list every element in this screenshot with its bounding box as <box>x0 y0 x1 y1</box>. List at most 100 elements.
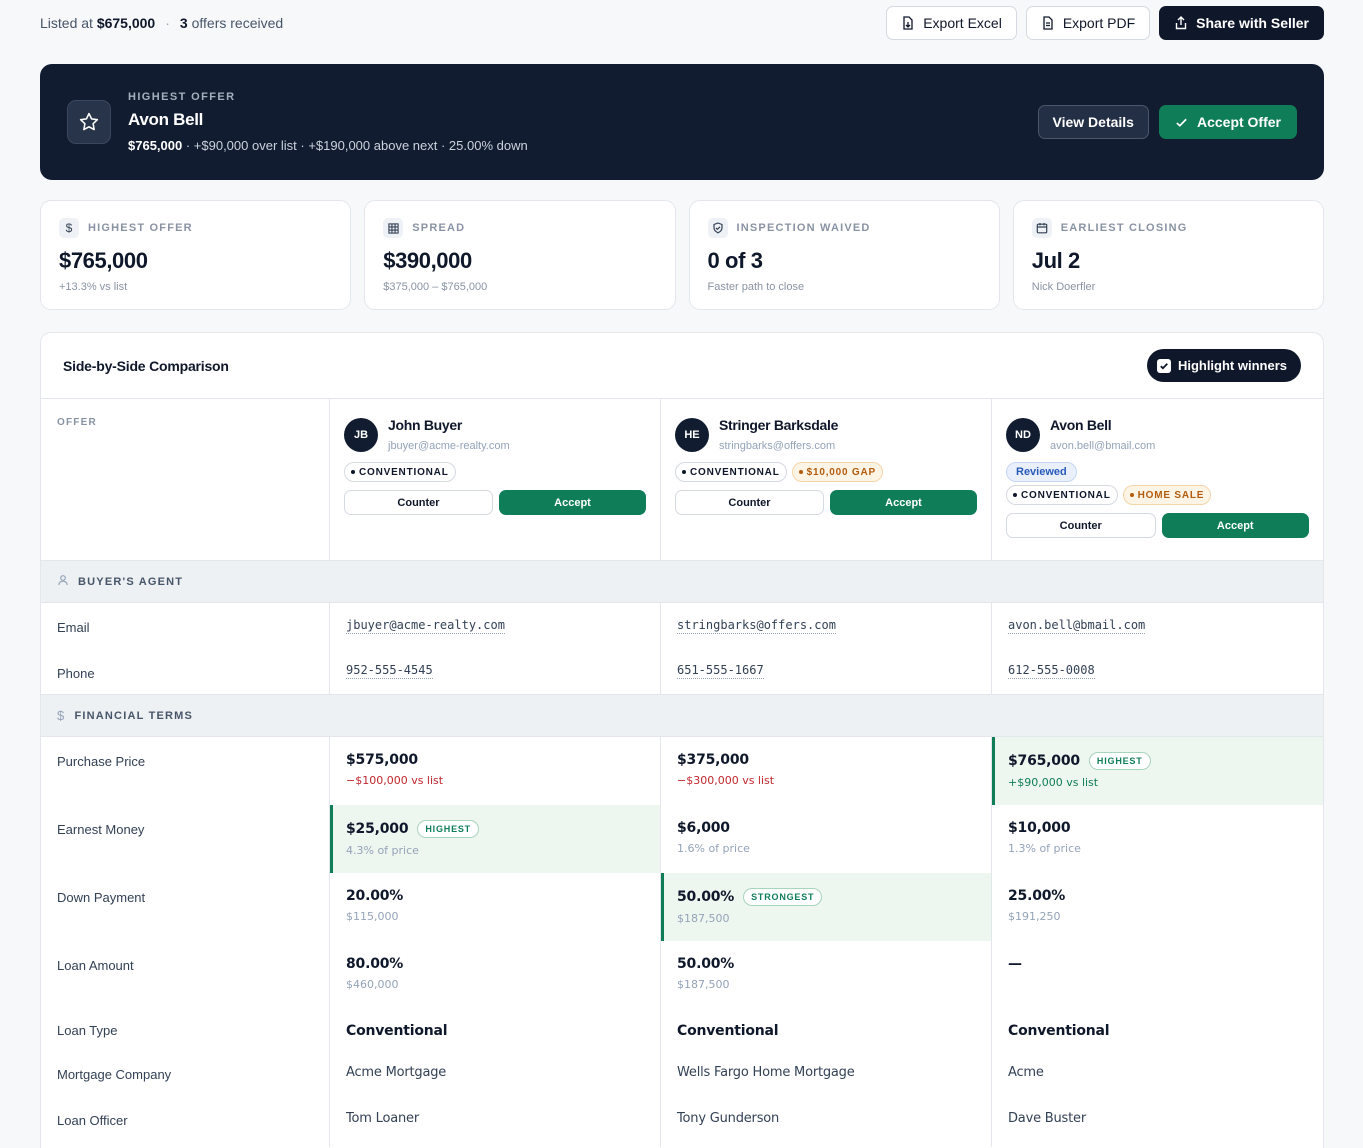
stat-card-earliest-closing: EARLIEST CLOSING Jul 2 Nick Doerfler <box>1012 200 1324 310</box>
hero-buyer-name: Avon Bell <box>128 110 204 129</box>
cell-value: Conventional <box>346 1023 448 1039</box>
export-excel-button[interactable]: Export Excel <box>886 6 1017 40</box>
cell-value: — <box>1008 956 1022 972</box>
file-download-icon <box>901 16 915 30</box>
loan-type-chip: CONVENTIONAL <box>675 462 787 482</box>
cell-value: $10,000 <box>1008 820 1071 836</box>
loan-row: Loan Type Conventional Conventional Convent… <box>41 1009 1323 1055</box>
counter-button[interactable]: Counter <box>344 490 493 515</box>
stat-card-spread: SPREAD $390,000 $375,000 – $765,000 <box>364 200 676 310</box>
accept-button[interactable]: Accept <box>499 490 646 515</box>
cell-value: $6,000 <box>677 820 730 836</box>
financial-row: Loan Amount 80.00% $460,000 50.00% $187,500 — <box>41 941 1323 1009</box>
value-cell: 20.00% $115,000 <box>330 873 661 941</box>
agent-email-link[interactable]: stringbarks@offers.com <box>677 618 836 634</box>
star-icon <box>67 100 111 144</box>
row-label: Earnest Money <box>57 822 145 837</box>
financial-rows: Purchase Price $575,000 −$100,000 vs list $… <box>41 737 1323 1009</box>
agent-phone-link[interactable]: 651-555-1667 <box>677 663 764 679</box>
cell-value: $765,000 <box>1008 753 1080 769</box>
section-financial-terms[interactable]: $ FINANCIAL TERMS <box>41 695 1323 737</box>
cell-value: 50.00% <box>677 956 735 972</box>
counter-button[interactable]: Counter <box>1006 513 1156 538</box>
section-buyers-agent[interactable]: BUYER'S AGENT <box>41 561 1323 603</box>
financial-row: Purchase Price $575,000 −$100,000 vs list $… <box>41 737 1323 805</box>
hero-price: $765,000 <box>128 138 183 153</box>
cell-subvalue: +$90,000 vs list <box>1008 776 1099 789</box>
accept-button[interactable]: Accept <box>830 490 977 515</box>
reviewed-badge: Reviewed <box>1006 462 1077 482</box>
value-cell: — <box>992 941 1323 1009</box>
cell-subvalue: 4.3% of price <box>346 844 419 857</box>
stat-label: INSPECTION WAIVED <box>736 222 871 234</box>
agent-email-link[interactable]: jbuyer@acme-realty.com <box>346 618 505 634</box>
export-pdf-label: Export PDF <box>1062 15 1136 31</box>
offer-header-row: OFFER JB John Buyer jbuyer@acme-realty.c… <box>41 399 1323 561</box>
cell-value: Acme Mortgage <box>346 1065 447 1080</box>
agent-phone-link[interactable]: 952-555-4545 <box>346 663 433 679</box>
stat-card-highest-offer: $ HIGHEST OFFER $765,000 +13.3% vs list <box>40 200 352 310</box>
stat-sub: +13.3% vs list <box>59 281 128 293</box>
cell-value: $575,000 <box>346 752 418 768</box>
winner-tag: HIGHEST <box>1088 752 1151 770</box>
listed-prefix: Listed at <box>40 15 93 31</box>
section-title: BUYER'S AGENT <box>78 575 184 588</box>
value-cell: 50.00% $187,500 <box>661 941 992 1009</box>
check-icon <box>1175 115 1189 129</box>
accept-offer-label: Accept Offer <box>1196 114 1281 130</box>
stat-label: EARLIEST CLOSING <box>1060 222 1188 234</box>
value-cell: $575,000 −$100,000 vs list <box>330 737 661 805</box>
row-label: Down Payment <box>57 890 146 905</box>
checkbox-checked-icon <box>1156 358 1171 373</box>
stat-label: HIGHEST OFFER <box>88 222 193 234</box>
loan-type-chip: CONVENTIONAL <box>344 462 456 482</box>
winner-tag: HIGHEST <box>417 820 479 838</box>
share-with-seller-button[interactable]: Share with Seller <box>1159 6 1324 40</box>
top-bar: Listed at $675,000 · 3 offers received E… <box>40 6 1324 40</box>
cell-value: 80.00% <box>346 956 404 972</box>
calendar-icon <box>1031 218 1052 238</box>
buyer-column-stringer-barksdale: HE Stringer Barksdale stringbarks@offers… <box>661 399 992 560</box>
row-label: Loan Officer <box>57 1113 128 1128</box>
user-icon <box>57 574 69 589</box>
file-text-icon <box>1041 16 1055 30</box>
cell-value: Conventional <box>1008 1023 1110 1039</box>
cell-value: Tony Gunderson <box>677 1111 780 1126</box>
row-label-phone: Phone <box>57 666 95 681</box>
highest-offer-banner: HIGHEST OFFER Avon Bell $765,000 · +$90,… <box>40 64 1324 180</box>
agent-phone-link[interactable]: 612-555-0008 <box>1008 663 1095 679</box>
loan-rows: Loan Type Conventional Conventional Convent… <box>41 1009 1323 1147</box>
stat-sub: Faster path to close <box>707 281 805 293</box>
cell-value: 25.00% <box>1008 888 1066 904</box>
highlight-winners-toggle[interactable]: Highlight winners <box>1146 349 1301 382</box>
avatar: HE <box>675 418 709 452</box>
stat-cards: $ HIGHEST OFFER $765,000 +13.3% vs list … <box>40 200 1324 310</box>
hero-summary: $765,000 · +$90,000 over list · +$190,00… <box>128 138 528 153</box>
accept-button[interactable]: Accept <box>1161 513 1309 538</box>
home-sale-chip: HOME SALE <box>1122 485 1212 505</box>
comparison-title: Side-by-Side Comparison <box>63 357 229 374</box>
row-label: Loan Type <box>57 1023 118 1038</box>
export-pdf-button[interactable]: Export PDF <box>1025 6 1151 40</box>
accept-offer-button[interactable]: Accept Offer <box>1158 105 1297 139</box>
cell-subvalue: −$100,000 vs list <box>346 774 444 787</box>
row-label: Mortgage Company <box>57 1067 172 1082</box>
top-actions: Export Excel Export PDF Share with Selle… <box>886 6 1324 40</box>
winner-tag: STRONGEST <box>743 888 823 906</box>
section-title: FINANCIAL TERMS <box>74 709 194 722</box>
cell-value: $375,000 <box>677 752 749 768</box>
buyer-column-john-buyer: JB John Buyer jbuyer@acme-realty.com CON… <box>330 399 661 560</box>
view-details-button[interactable]: View Details <box>1037 105 1149 139</box>
value-cell: 80.00% $460,000 <box>330 941 661 1009</box>
grid-icon <box>383 218 404 238</box>
stat-value: $390,000 <box>383 248 472 273</box>
counter-button[interactable]: Counter <box>675 490 824 515</box>
row-label-email: Email <box>57 620 90 635</box>
buyer-email: avon.bell@bmail.com <box>1050 440 1156 452</box>
cell-value: Dave Buster <box>1008 1111 1086 1126</box>
dollar-icon: $ <box>57 708 66 723</box>
cell-value: Tom Loaner <box>346 1111 419 1126</box>
agent-email-link[interactable]: avon.bell@bmail.com <box>1008 618 1146 634</box>
winner-cell: $25,000 HIGHEST 4.3% of price <box>330 805 661 873</box>
hero-kicker: HIGHEST OFFER <box>128 91 236 103</box>
